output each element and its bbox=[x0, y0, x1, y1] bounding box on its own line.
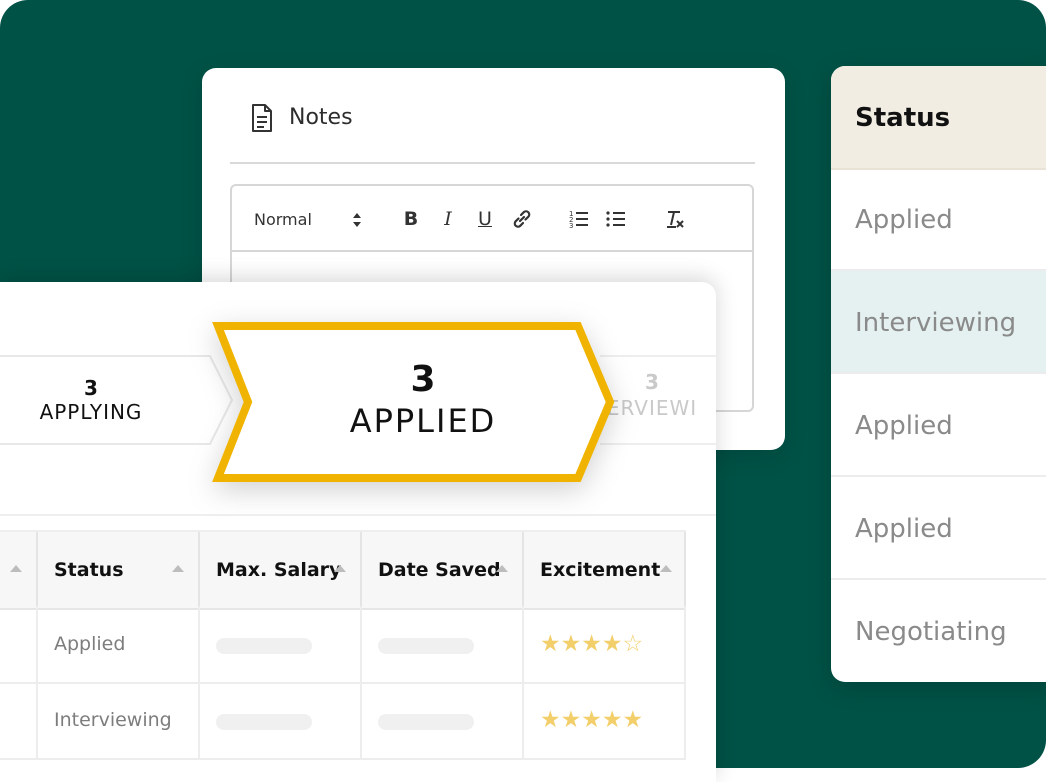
document-icon bbox=[252, 104, 272, 132]
star-icon[interactable]: ★ bbox=[623, 707, 644, 733]
table-header: Status Max. Salary Date Saved Excitement bbox=[0, 530, 686, 610]
date-cell[interactable] bbox=[360, 606, 522, 682]
placeholder-bar bbox=[216, 638, 312, 654]
placeholder-bar bbox=[378, 714, 474, 730]
column-header-status[interactable]: Status bbox=[36, 532, 198, 608]
status-cell-label: Negotiating bbox=[855, 617, 1007, 647]
star-icon[interactable]: ★ bbox=[561, 631, 582, 657]
star-rating[interactable]: ★★★★☆ bbox=[540, 631, 643, 657]
clear-format-icon bbox=[667, 211, 684, 228]
sort-caret-icon[interactable] bbox=[172, 565, 184, 572]
date-cell[interactable] bbox=[360, 682, 522, 758]
column-header-max-salary[interactable]: Max. Salary bbox=[198, 532, 360, 608]
column-title: Excitement bbox=[540, 559, 661, 581]
salary-cell[interactable] bbox=[198, 606, 360, 682]
column-title: Max. Salary bbox=[216, 559, 342, 581]
star-outline-icon[interactable]: ☆ bbox=[623, 631, 644, 657]
sort-caret-icon[interactable] bbox=[660, 565, 672, 572]
status-column-card: Status Applied Interviewing Applied Appl… bbox=[831, 66, 1046, 682]
stage-count-active[interactable]: 3 bbox=[216, 360, 630, 400]
status-cell[interactable]: Interviewing bbox=[36, 682, 198, 758]
status-cell-label: Applied bbox=[855, 411, 953, 441]
status-cell[interactable]: Applied bbox=[831, 477, 1046, 580]
status-cell-highlighted[interactable]: Interviewing bbox=[831, 271, 1046, 374]
ordered-list-button[interactable]: 1 2 3 bbox=[566, 206, 592, 232]
stage-label: APPLYING bbox=[39, 400, 143, 424]
status-cell[interactable]: Applied bbox=[36, 606, 198, 682]
ordered-list-icon: 1 2 3 bbox=[569, 210, 588, 230]
status-cell[interactable]: Applied bbox=[831, 374, 1046, 477]
divider bbox=[230, 162, 755, 164]
pipeline-stage-applying[interactable]: 3 APPLYING bbox=[0, 354, 232, 444]
link-icon bbox=[513, 210, 531, 228]
column-title: Date Saved bbox=[378, 559, 501, 581]
star-icon[interactable]: ★ bbox=[581, 707, 602, 733]
italic-button[interactable]: I bbox=[435, 206, 461, 232]
status-cell[interactable]: Negotiating bbox=[831, 580, 1046, 682]
star-icon[interactable]: ★ bbox=[602, 631, 623, 657]
status-cell-label: Interviewing bbox=[855, 308, 1017, 338]
status-cell[interactable]: Applied bbox=[831, 168, 1046, 271]
placeholder-bar bbox=[216, 714, 312, 730]
column-header-date-saved[interactable]: Date Saved bbox=[360, 532, 522, 608]
bold-button[interactable]: B bbox=[398, 206, 424, 232]
status-column-title: Status bbox=[855, 103, 951, 133]
table-row[interactable]: Interviewing ★★★★★ bbox=[0, 682, 686, 760]
clear-format-button[interactable] bbox=[662, 206, 688, 232]
format-select[interactable]: Normal bbox=[254, 210, 312, 230]
table-cell bbox=[0, 682, 36, 758]
placeholder-bar bbox=[378, 638, 474, 654]
stage-label-active[interactable]: APPLIED bbox=[216, 402, 630, 440]
editor-toolbar: Normal B I U 1 2 3 bbox=[232, 186, 752, 252]
underline-button[interactable]: U bbox=[472, 206, 498, 232]
table-cell bbox=[0, 606, 36, 682]
column-header-excitement[interactable]: Excitement bbox=[522, 532, 686, 608]
bullet-list-button[interactable] bbox=[603, 206, 629, 232]
stage-count: 3 bbox=[84, 376, 98, 400]
star-icon[interactable]: ★ bbox=[581, 631, 602, 657]
star-icon[interactable]: ★ bbox=[540, 707, 561, 733]
bullet-list-icon bbox=[606, 211, 625, 227]
sort-caret-icon bbox=[10, 565, 22, 572]
updown-icon[interactable] bbox=[350, 208, 364, 232]
excitement-cell[interactable]: ★★★★★ bbox=[522, 682, 686, 758]
divider bbox=[0, 514, 716, 516]
column-title: Status bbox=[54, 559, 124, 581]
svg-text:3: 3 bbox=[569, 222, 573, 230]
link-button[interactable] bbox=[509, 206, 535, 232]
status-cell-label: Applied bbox=[855, 205, 953, 235]
status-column-header[interactable]: Status bbox=[831, 66, 1046, 170]
star-rating[interactable]: ★★★★★ bbox=[540, 707, 643, 733]
salary-cell[interactable] bbox=[198, 682, 360, 758]
star-icon[interactable]: ★ bbox=[561, 707, 582, 733]
star-icon[interactable]: ★ bbox=[540, 631, 561, 657]
table-row[interactable]: Applied ★★★★☆ bbox=[0, 606, 686, 684]
notes-header: Notes bbox=[202, 68, 785, 164]
column-header-previous[interactable] bbox=[0, 532, 36, 608]
status-text: Interviewing bbox=[54, 709, 172, 731]
notes-title: Notes bbox=[289, 105, 353, 130]
excitement-cell[interactable]: ★★★★☆ bbox=[522, 606, 686, 682]
status-text: Applied bbox=[54, 633, 126, 655]
status-cell-label: Applied bbox=[855, 514, 953, 544]
star-icon[interactable]: ★ bbox=[602, 707, 623, 733]
sort-caret-icon[interactable] bbox=[334, 565, 346, 572]
sort-caret-icon[interactable] bbox=[496, 565, 508, 572]
